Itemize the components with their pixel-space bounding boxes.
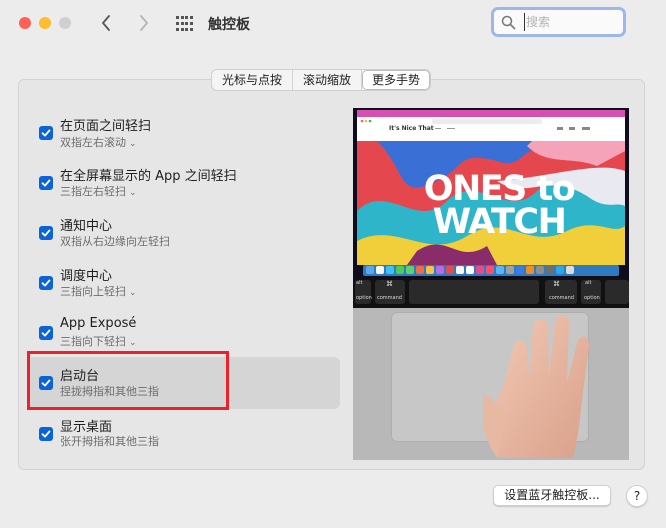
tab-more-gestures[interactable]: 更多手势 — [362, 70, 431, 90]
title-bar: 触控板 — [0, 0, 666, 52]
option-subtitle-menu[interactable]: 三指左右轻扫 ⌄ — [60, 183, 137, 199]
checkmark-icon — [41, 430, 51, 438]
option-title: 在页面之间轻扫 — [60, 119, 152, 134]
chevron-down-icon: ⌄ — [129, 139, 137, 149]
preview-headline: ONES to WATCH — [409, 172, 589, 242]
checkbox-swipe-between-fullscreen-apps[interactable] — [39, 176, 53, 190]
preview-key-label: command — [549, 295, 574, 301]
checkbox-show-desktop[interactable] — [39, 427, 53, 441]
preview-key-label: command — [377, 295, 402, 301]
checkmark-icon — [41, 279, 51, 287]
option-show-desktop[interactable]: 显示桌面 张开拇指和其他三指 — [27, 408, 340, 460]
headline-line-2: WATCH — [432, 202, 567, 242]
preview-site-name: It's Nice That — [389, 125, 434, 132]
preview-key-label: alt — [356, 280, 363, 286]
close-window-button[interactable] — [19, 17, 31, 29]
tab-point-and-click[interactable]: 光标与点按 — [212, 70, 294, 90]
preview-dock — [363, 265, 619, 276]
preview-key-label: ⌘ — [386, 280, 393, 288]
preview-key-label: option — [356, 295, 372, 301]
back-button[interactable] — [96, 12, 116, 34]
checkbox-app-expose[interactable] — [39, 326, 53, 340]
preview-artwork: ONES to WATCH — [357, 141, 625, 265]
checkmark-icon — [41, 329, 51, 337]
preview-browser-bar: It's Nice That — [357, 117, 625, 141]
preview-key-space — [409, 280, 539, 304]
hand-icon — [483, 314, 590, 458]
checkbox-notification-center[interactable] — [39, 226, 53, 240]
option-subtitle: 双指左右滚动 — [60, 136, 126, 149]
checkmark-icon — [41, 229, 51, 237]
preview-key-arrow — [605, 280, 629, 304]
preview-key-label: option — [584, 295, 600, 301]
option-subtitle-menu[interactable]: 三指向下轻扫 ⌄ — [60, 333, 137, 349]
option-subtitle: 三指左右轻扫 — [60, 185, 126, 198]
preview-key-label: alt — [585, 280, 592, 286]
chevron-down-icon: ⌄ — [129, 338, 137, 348]
option-subtitle: 三指向上轻扫 — [60, 285, 126, 298]
checkbox-swipe-between-pages[interactable] — [39, 126, 53, 140]
search-input[interactable] — [524, 13, 622, 31]
highlight-annotation — [27, 351, 229, 410]
help-button[interactable]: ? — [626, 485, 648, 507]
option-swipe-between-fullscreen-apps[interactable]: 在全屏幕显示的 App 之间轻扫 三指左右轻扫 ⌄ — [27, 158, 340, 210]
checkmark-icon — [41, 179, 51, 187]
option-subtitle: 三指向下轻扫 — [60, 335, 126, 348]
preview-screen: It's Nice That ONES to WATCH — [353, 108, 629, 278]
chevron-down-icon: ⌄ — [129, 288, 137, 298]
chevron-left-icon — [102, 15, 110, 31]
preview-key-label: ⌘ — [553, 280, 560, 288]
chevron-right-icon — [140, 15, 148, 31]
search-icon — [501, 15, 516, 30]
checkmark-icon — [41, 129, 51, 137]
preview-menubar — [357, 110, 625, 117]
option-title: 在全屏幕显示的 App 之间轻扫 — [60, 169, 237, 184]
window-title: 触控板 — [208, 17, 250, 33]
tab-scroll-and-zoom[interactable]: 滚动缩放 — [293, 70, 363, 90]
segmented-tabs: 光标与点按 滚动缩放 更多手势 — [211, 69, 432, 91]
forward-button[interactable] — [134, 12, 154, 34]
checkbox-mission-control[interactable] — [39, 276, 53, 290]
option-mission-control[interactable]: 调度中心 三指向上轻扫 ⌄ — [27, 258, 340, 310]
option-title: 通知中心 — [60, 219, 113, 234]
option-notification-center[interactable]: 通知中心 双指从右边缘向左轻扫 — [27, 208, 340, 260]
setup-bluetooth-trackpad-button[interactable]: 设置蓝牙触控板... — [493, 485, 611, 506]
option-title: App Exposé — [60, 316, 137, 331]
option-title: 调度中心 — [60, 269, 113, 284]
gesture-preview-image: It's Nice That ONES to WATCH alt option … — [353, 108, 629, 460]
minimize-window-button[interactable] — [39, 17, 51, 29]
option-subtitle-menu[interactable]: 三指向上轻扫 ⌄ — [60, 283, 137, 299]
show-all-grid-icon[interactable] — [176, 16, 193, 33]
chevron-down-icon: ⌄ — [129, 188, 137, 198]
option-subtitle: 双指从右边缘向左轻扫 — [60, 235, 170, 248]
option-swipe-between-pages[interactable]: 在页面之间轻扫 双指左右滚动 ⌄ — [27, 108, 340, 160]
option-subtitle: 张开拇指和其他三指 — [60, 435, 159, 448]
zoom-window-button[interactable] — [59, 17, 71, 29]
option-subtitle-menu[interactable]: 双指左右滚动 ⌄ — [60, 134, 137, 150]
search-field[interactable] — [491, 7, 626, 37]
